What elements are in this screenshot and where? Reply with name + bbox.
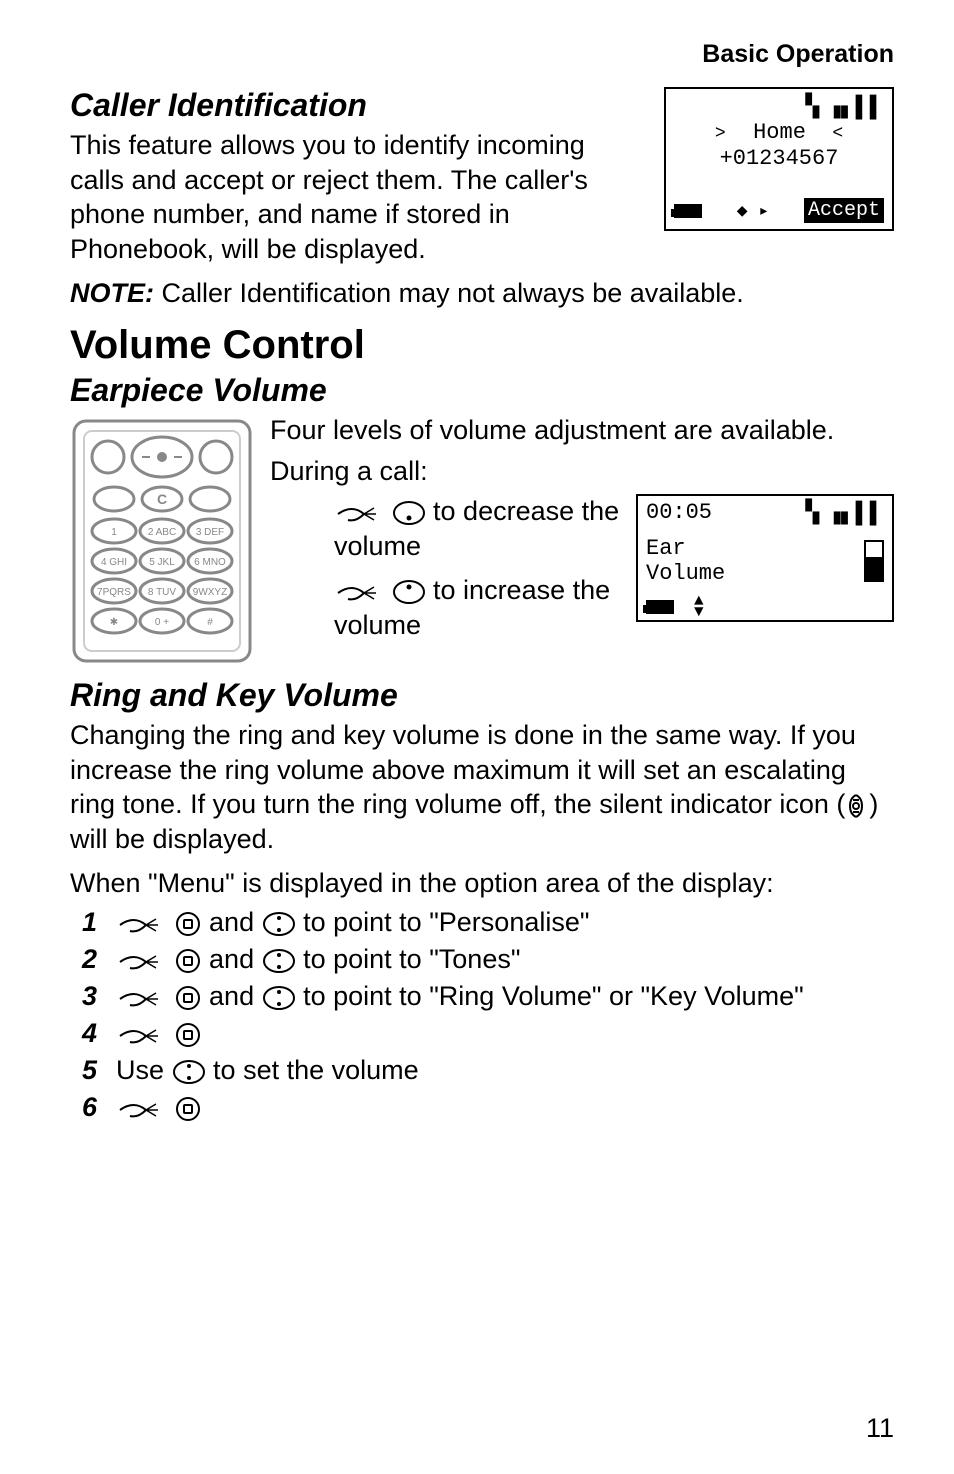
svg-text:3 DEF: 3 DEF (196, 527, 224, 538)
nav-updown-icon (262, 948, 296, 974)
svg-text:✱: ✱ (110, 617, 118, 628)
screen2-line1: Ear (646, 536, 725, 561)
battery-icon (646, 600, 674, 614)
select-button-icon (174, 911, 202, 937)
earpiece-volume-block: C 1 2 ABC 3 DEF 4 GHI 5 JKL 6 MNO 7PQRS 8 TUV… (70, 413, 894, 667)
up-down-arrows-icon: ▲▼ (694, 596, 704, 618)
press-icon (116, 1096, 166, 1122)
svg-text:0 +: 0 + (155, 617, 169, 628)
earpiece-volume-heading: Earpiece Volume (70, 372, 894, 409)
step-3: 3 and to point to "Ring Volume" or "Key … (70, 981, 894, 1012)
keypad-illustration: C 1 2 ABC 3 DEF 4 GHI 5 JKL 6 MNO 7PQRS 8 TUV… (70, 417, 260, 667)
press-icon (116, 948, 166, 974)
svg-text:6 MNO: 6 MNO (194, 557, 226, 568)
screen1-number: +01234567 (674, 146, 884, 171)
select-button-icon (174, 948, 202, 974)
nav-updown-icon (172, 1059, 206, 1085)
svg-text:2 ABC: 2 ABC (148, 527, 176, 538)
press-icon (116, 985, 166, 1011)
step-6: 6 (70, 1092, 894, 1123)
svg-text:5 JKL: 5 JKL (149, 557, 175, 568)
press-icon (116, 911, 166, 937)
volume-bar-icon (864, 540, 884, 582)
steps-list: 1 and to point to "Personalise" 2 and to… (70, 907, 894, 1123)
select-button-icon (174, 1096, 202, 1122)
screen1-accept-label: Accept (804, 198, 884, 223)
step-1: 1 and to point to "Personalise" (70, 907, 894, 938)
screen1-signal: ▝▖▗▖▌▌ (674, 95, 884, 120)
step-4: 4 (70, 1018, 894, 1049)
svg-text:#: # (207, 617, 213, 628)
silent-icon (845, 792, 869, 820)
press-icon (116, 1022, 166, 1048)
ring-key-paragraph: Changing the ring and key volume is done… (70, 718, 894, 856)
screen1-softkey-arrows: ◆ ▸ (737, 200, 769, 222)
svg-text:4 GHI: 4 GHI (101, 557, 127, 568)
svg-text:1: 1 (111, 527, 117, 538)
screen2-time: 00:05 (646, 500, 712, 525)
caller-id-section: ▝▖▗▖▌▌ > Home < +01234567 ◆ ▸ Accept Cal… (70, 87, 894, 266)
earpiece-intro: Four levels of volume adjustment are ava… (270, 413, 894, 448)
screen1-home-row: > Home < (674, 120, 884, 145)
ring-key-volume-heading: Ring and Key Volume (70, 677, 894, 714)
caller-id-note: NOTE: Caller Identification may not alwa… (70, 278, 894, 309)
select-button-icon (174, 1022, 202, 1048)
battery-icon (674, 204, 702, 218)
during-call-label: During a call: (270, 454, 894, 489)
nav-down-icon (392, 500, 426, 526)
nav-updown-icon (262, 911, 296, 937)
svg-text:8 TUV: 8 TUV (148, 587, 176, 598)
section-header: Basic Operation (70, 40, 894, 69)
step-2: 2 and to point to "Tones" (70, 944, 894, 975)
caller-id-screen-illustration: ▝▖▗▖▌▌ > Home < +01234567 ◆ ▸ Accept (664, 87, 894, 231)
when-menu-text: When "Menu" is displayed in the option a… (70, 866, 894, 901)
volume-control-heading: Volume Control (70, 323, 894, 368)
screen2-line2: Volume (646, 561, 725, 586)
earpiece-screen-illustration: 00:05 ▝▖▗▖▌▌ Ear Volume ▲▼ (636, 494, 894, 622)
step-5: 5 Use to set the volume (70, 1055, 894, 1086)
svg-text:C: C (157, 491, 167, 507)
press-icon (334, 500, 384, 526)
svg-text:9WXYZ: 9WXYZ (193, 587, 227, 598)
screen2-signal: ▝▖▗▖▌▌ (799, 500, 884, 526)
nav-updown-icon (262, 985, 296, 1011)
press-icon (334, 579, 384, 605)
svg-text:7PQRS: 7PQRS (97, 587, 131, 598)
select-button-icon (174, 985, 202, 1011)
nav-up-icon (392, 579, 426, 605)
note-label: NOTE: (70, 278, 154, 308)
page-number: 11 (866, 1413, 894, 1444)
